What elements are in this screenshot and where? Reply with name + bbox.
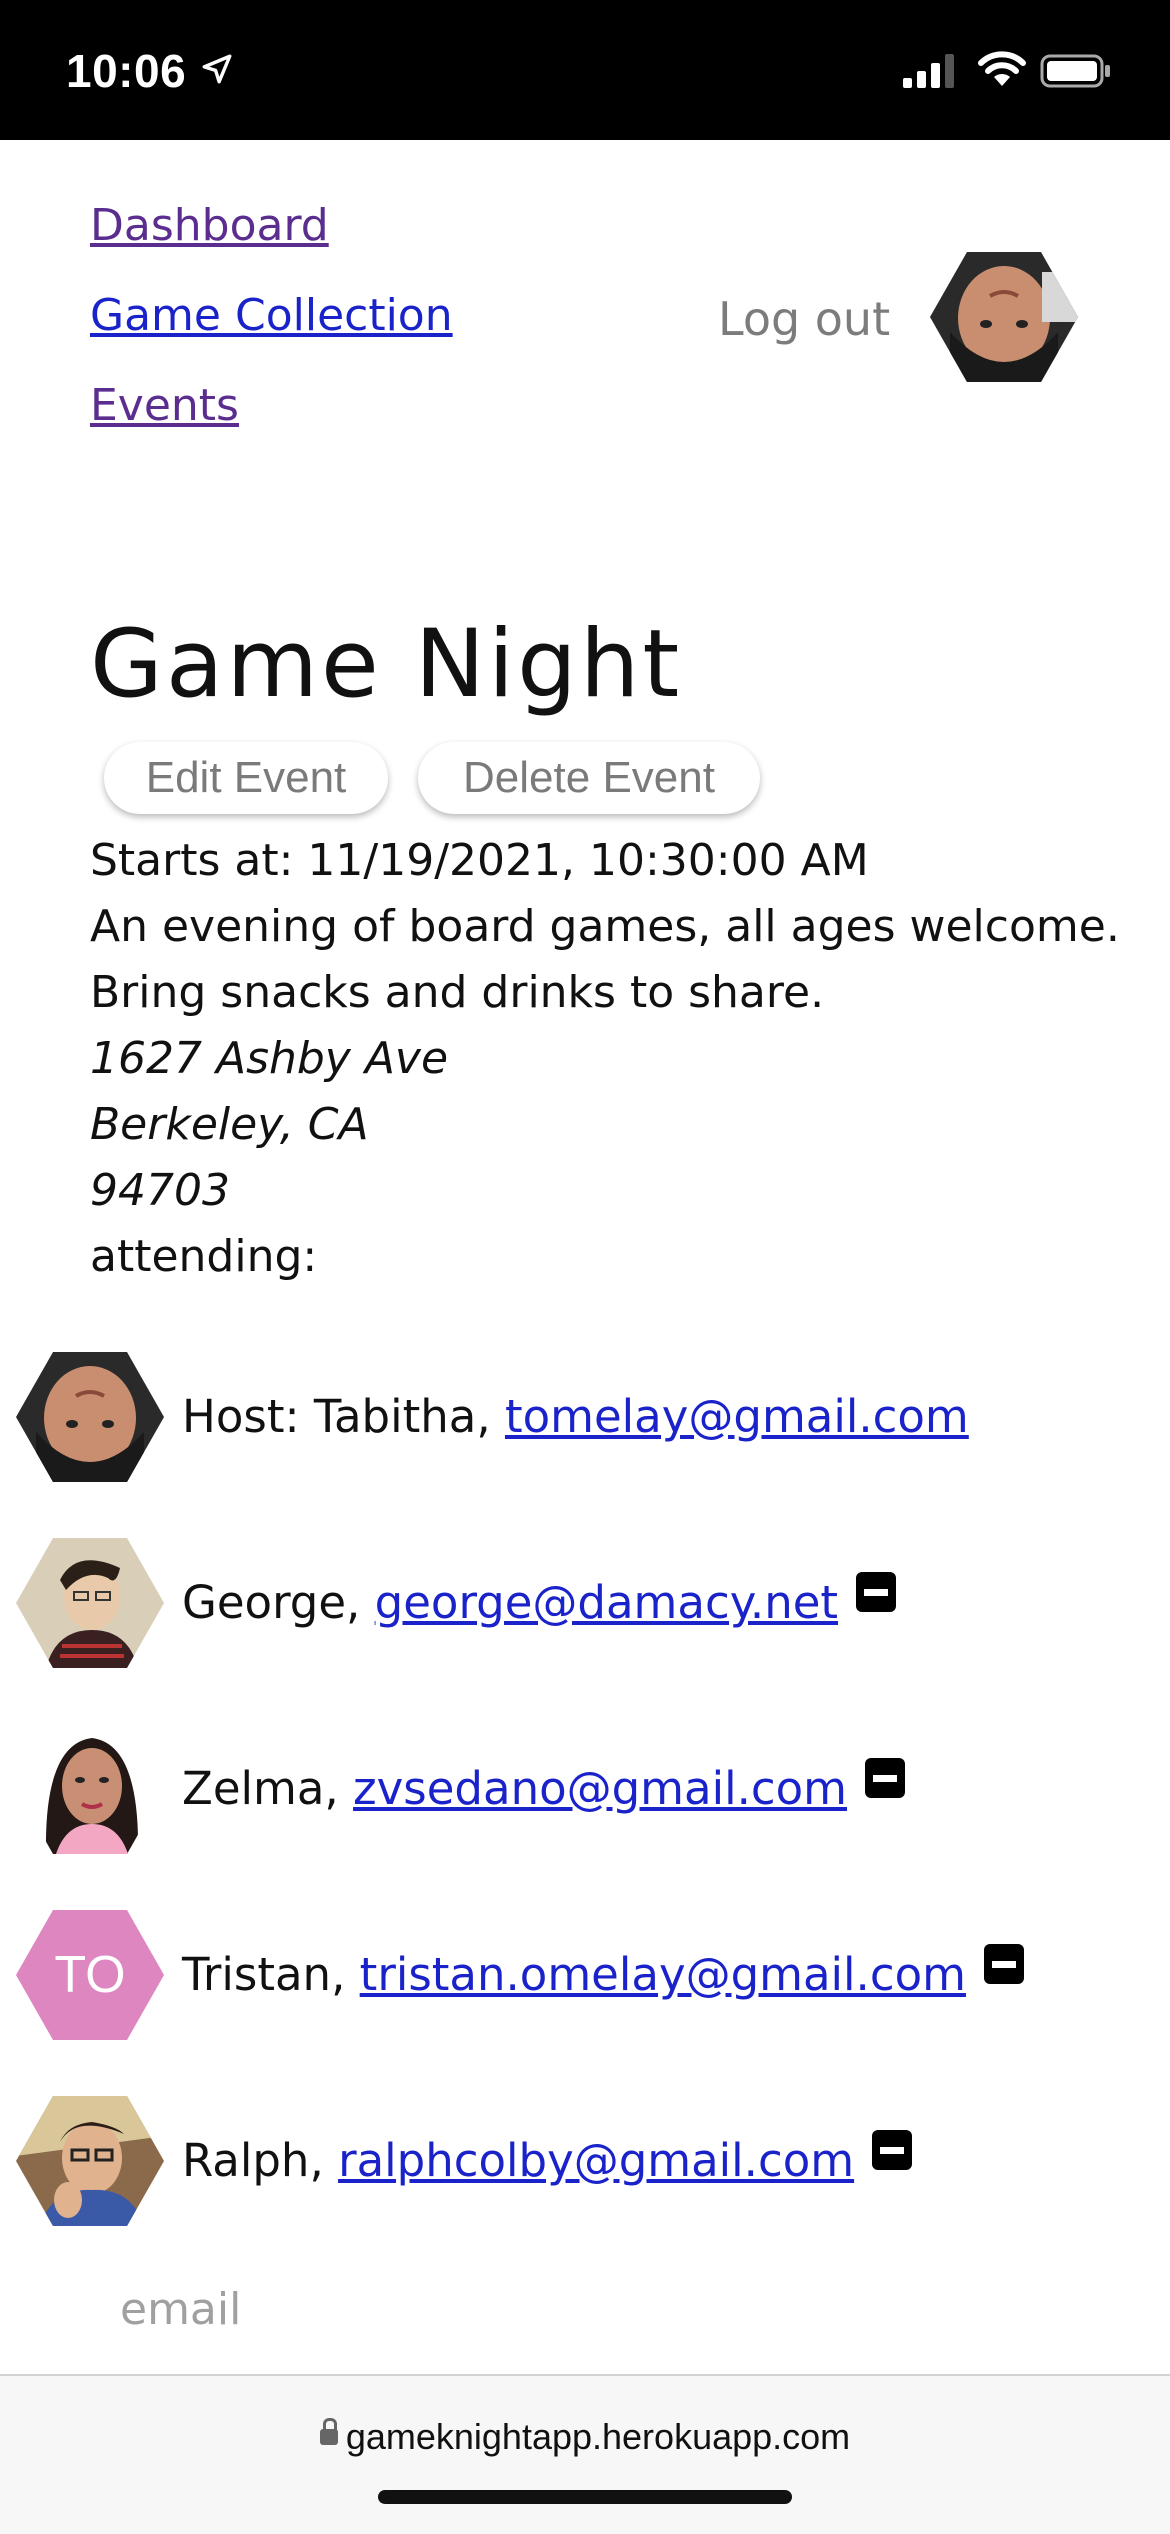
invite-email-input[interactable]: [120, 2284, 720, 2335]
attendee-name: Zelma,: [182, 1762, 354, 1815]
logout-button[interactable]: Log out: [718, 292, 890, 346]
attendee-name: George,: [182, 1576, 375, 1629]
attendee-info: Zelma, zvsedano@gmail.com: [182, 1758, 906, 1815]
browser-address-bar[interactable]: gameknightapp.herokuapp.com: [0, 2374, 1170, 2534]
attendee-name: Tristan,: [182, 1948, 360, 2001]
event-title: Game Night: [90, 610, 683, 719]
attendee-avatar: [16, 1352, 164, 1482]
attendee-email-link[interactable]: tomelay@gmail.com: [505, 1390, 969, 1443]
attendee-email-link[interactable]: tristan.omelay@gmail.com: [360, 1948, 966, 2001]
event-address-zip: 94703: [90, 1165, 230, 1216]
status-bar: 10:06: [0, 0, 1170, 140]
nav-events-link[interactable]: Events: [90, 380, 239, 431]
remove-attendee-icon[interactable]: [872, 2130, 913, 2170]
event-start-time: Starts at: 11/19/2021, 10:30:00 AM: [90, 835, 869, 886]
attendee-avatar: [16, 1538, 164, 1668]
location-arrow-icon: [202, 54, 232, 84]
home-indicator: [378, 2490, 792, 2504]
nav-game-collection-link[interactable]: Game Collection: [90, 290, 453, 341]
wifi-icon: [978, 51, 1026, 86]
attendee-email-link[interactable]: zvsedano@gmail.com: [353, 1762, 847, 1815]
event-address-street: 1627 Ashby Ave: [90, 1033, 449, 1084]
remove-attendee-icon[interactable]: [865, 1758, 906, 1798]
user-avatar[interactable]: [930, 252, 1078, 382]
attendee-email-link[interactable]: ralphcolby@gmail.com: [338, 2134, 854, 2187]
attending-label: attending:: [90, 1231, 318, 1282]
event-description-line-1: An evening of board games, all ages welc…: [90, 901, 1120, 952]
attendee-avatar: [16, 1724, 164, 1854]
attendee-initials-avatar: TO: [16, 1910, 164, 2040]
attendee-name: Ralph,: [182, 2134, 339, 2187]
attendee-row: Host: Tabitha, tomelay@gmail.com: [0, 1352, 1170, 1482]
attendee-name: Host: Tabitha,: [182, 1390, 505, 1443]
cellular-signal-icon: [903, 54, 954, 88]
event-address-city: Berkeley, CA: [90, 1099, 369, 1150]
attendee-row: Ralph, ralphcolby@gmail.com: [0, 2096, 1170, 2226]
attendee-email-link[interactable]: george@damacy.net: [375, 1576, 838, 1629]
attendee-row: TO Tristan, tristan.omelay@gmail.com: [0, 1910, 1170, 2040]
event-description-line-2: Bring snacks and drinks to share.: [90, 967, 825, 1018]
attendee-avatar: [16, 2096, 164, 2226]
attendee-info: George, george@damacy.net: [182, 1572, 897, 1629]
remove-attendee-icon[interactable]: [856, 1572, 897, 1612]
attendee-row: Zelma, zvsedano@gmail.com: [0, 1724, 1170, 1854]
lock-icon: [319, 2418, 338, 2446]
status-time: 10:06: [66, 45, 187, 97]
battery-icon: [1040, 54, 1110, 88]
remove-attendee-icon[interactable]: [983, 1944, 1024, 1984]
attendee-row: George, george@damacy.net: [0, 1538, 1170, 1668]
browser-url-text: gameknightapp.herokuapp.com: [345, 2416, 851, 2457]
nav-dashboard-link[interactable]: Dashboard: [90, 200, 329, 251]
delete-event-button[interactable]: Delete Event: [418, 742, 760, 814]
attendee-info: Ralph, ralphcolby@gmail.com: [182, 2130, 913, 2187]
attendee-info: Host: Tabitha, tomelay@gmail.com: [182, 1390, 969, 1443]
edit-event-button[interactable]: Edit Event: [104, 742, 388, 814]
attendee-info: Tristan, tristan.omelay@gmail.com: [182, 1944, 1024, 2001]
browser-url[interactable]: gameknightapp.herokuapp.com: [0, 2416, 1170, 2458]
